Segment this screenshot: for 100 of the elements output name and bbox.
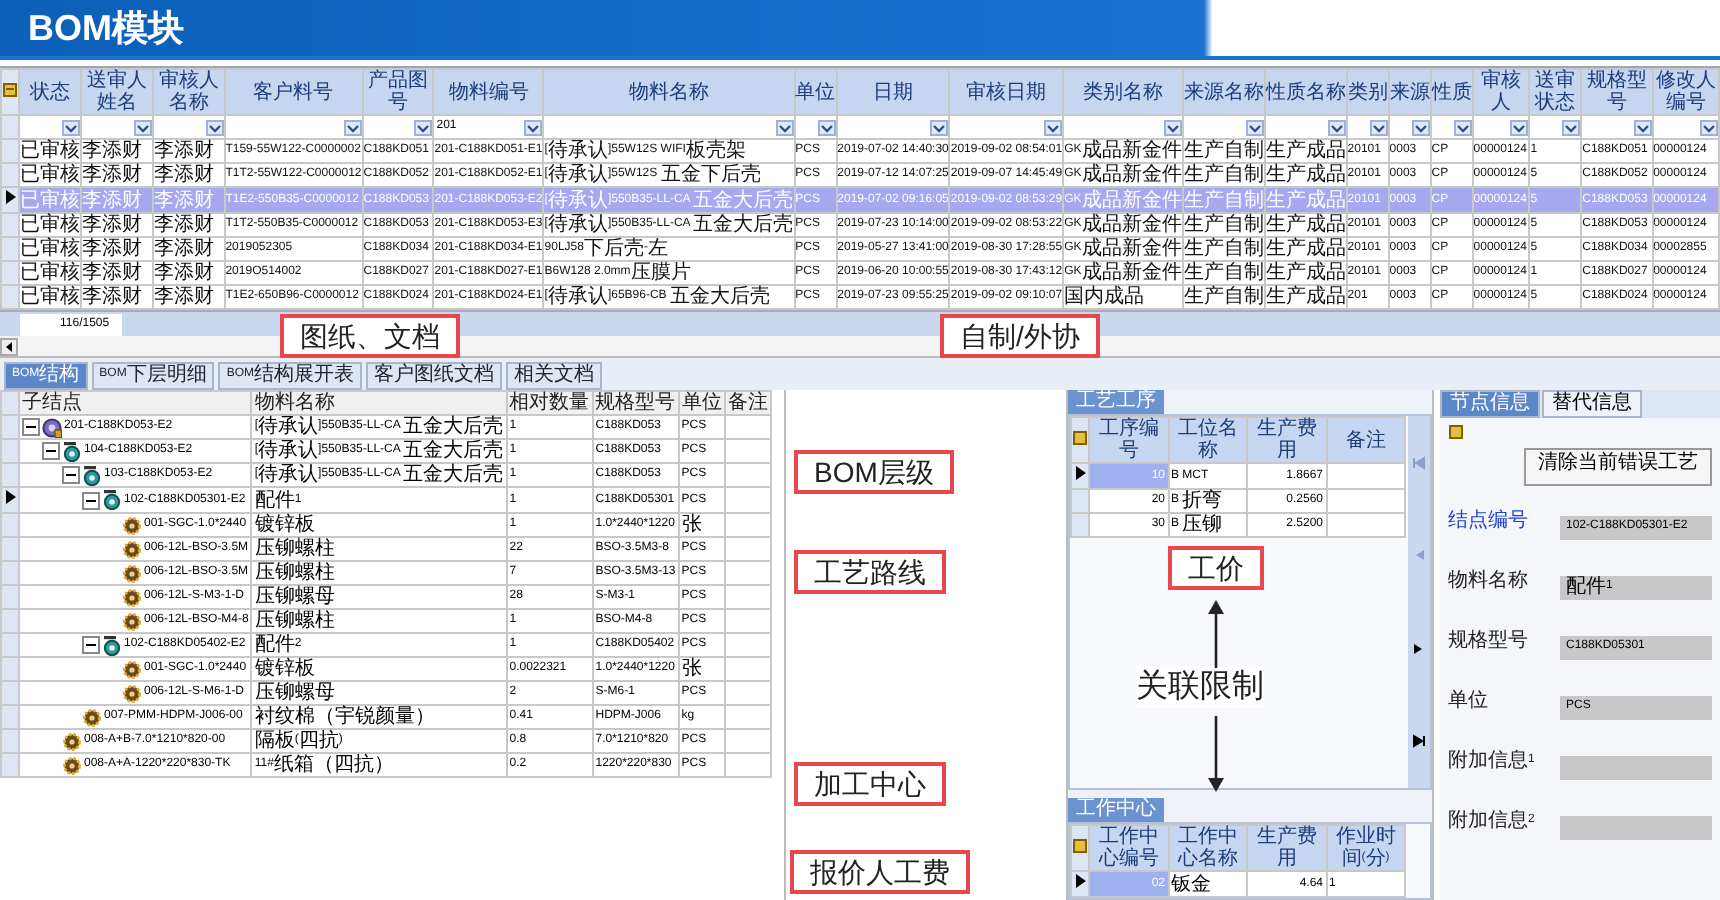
tab[interactable]: 替代信息: [1542, 390, 1642, 418]
table-cell: 李添财: [152, 237, 225, 261]
table-cell: 已审核: [19, 261, 81, 285]
tab[interactable]: 相关文档: [506, 362, 603, 390]
column-header[interactable]: 审核人: [1472, 69, 1530, 115]
dropdown-icon[interactable]: [930, 119, 949, 135]
dropdown-icon[interactable]: [62, 119, 80, 135]
column-header[interactable]: 单位: [678, 391, 725, 415]
column-header[interactable]: 日期: [836, 69, 950, 115]
scroll-left-icon[interactable]: [0, 337, 18, 355]
tree-toggle-icon[interactable]: [42, 442, 60, 460]
tree-toggle-icon[interactable]: [62, 466, 80, 484]
field-label: 结点编号: [1448, 510, 1530, 536]
grid-settings-icon[interactable]: [1072, 429, 1088, 445]
callout-label: 加工中心: [794, 762, 946, 806]
dropdown-icon[interactable]: [1245, 119, 1264, 135]
tree-toggle-icon[interactable]: [22, 418, 40, 436]
column-header[interactable]: 生产费用: [1247, 825, 1326, 871]
dropdown-icon[interactable]: [133, 119, 152, 135]
callout-label: BOM层级: [794, 450, 954, 494]
column-header[interactable]: 规格型号: [1581, 69, 1653, 115]
dropdown-icon[interactable]: [775, 119, 794, 135]
dropdown-icon[interactable]: [205, 119, 224, 135]
assembly-gear-icon: [102, 635, 122, 655]
column-header[interactable]: 工作中心名称: [1168, 825, 1247, 871]
column-header[interactable]: 单位: [794, 69, 837, 115]
column-header[interactable]: 类别名称: [1063, 69, 1183, 115]
column-header[interactable]: 生产费用: [1247, 417, 1326, 463]
assembly-gear-icon: [62, 441, 82, 461]
callout-label: 工价: [1168, 546, 1264, 590]
dropdown-icon[interactable]: [1510, 119, 1529, 135]
table-cell: 李添财: [81, 187, 153, 213]
dropdown-icon[interactable]: [1163, 119, 1182, 135]
arrow: [1204, 598, 1228, 670]
column-header[interactable]: 送审人姓名: [81, 69, 153, 115]
table-cell: 张: [678, 657, 725, 681]
grid-settings-icon[interactable]: [2, 81, 18, 97]
column-header[interactable]: 性质名称: [1264, 69, 1347, 115]
table-cell: 生产成品: [1264, 139, 1347, 163]
column-header[interactable]: 审核人名称: [152, 69, 225, 115]
dropdown-icon[interactable]: [1044, 119, 1063, 135]
column-header[interactable]: 送审状态: [1529, 69, 1582, 115]
dropdown-icon[interactable]: [1327, 119, 1346, 135]
row-pointer-icon: [1073, 464, 1087, 482]
dropdown-icon[interactable]: [1562, 119, 1581, 135]
table-cell: 李添财: [152, 261, 225, 285]
dropdown-icon[interactable]: [1453, 119, 1472, 135]
dropdown-icon[interactable]: [524, 119, 543, 135]
table-cell: 李添财: [152, 139, 225, 163]
column-header[interactable]: 物料名称: [543, 69, 795, 115]
column-header[interactable]: 子结点: [19, 391, 252, 415]
table-cell: 生产自制: [1182, 213, 1265, 237]
column-header[interactable]: 工序编号: [1089, 417, 1168, 463]
tab[interactable]: 客户图纸文档: [366, 362, 503, 390]
column-header[interactable]: 工位名称: [1168, 417, 1247, 463]
field-label: 规格型号: [1448, 630, 1530, 656]
column-header[interactable]: 规格型号: [592, 391, 679, 415]
column-header[interactable]: 物料名称: [251, 391, 507, 415]
value-field[interactable]: [1560, 756, 1712, 780]
dropdown-icon[interactable]: [343, 119, 362, 135]
column-header[interactable]: 类别: [1346, 69, 1389, 115]
table-cell: 生产成品: [1264, 213, 1347, 237]
column-header[interactable]: 工作中心编号: [1089, 825, 1168, 871]
column-header[interactable]: 性质: [1430, 69, 1473, 115]
dropdown-icon[interactable]: [817, 119, 836, 135]
table-cell: 生产成品: [1264, 237, 1347, 261]
column-header[interactable]: 客户料号: [224, 69, 363, 115]
value-field[interactable]: [1560, 816, 1712, 840]
table-cell: 李添财: [81, 139, 153, 163]
column-header[interactable]: 来源名称: [1182, 69, 1265, 115]
column-header[interactable]: 来源: [1388, 69, 1431, 115]
next-record-icon[interactable]: [1412, 641, 1426, 656]
table-cell: 生产自制: [1182, 139, 1265, 163]
callout-label: 工艺路线: [794, 550, 946, 594]
dropdown-icon[interactable]: [1700, 119, 1718, 135]
grid-settings-icon[interactable]: [1072, 837, 1088, 853]
column-header[interactable]: 相对数量: [506, 391, 593, 415]
table-cell: 生产自制: [1182, 237, 1265, 261]
dropdown-icon[interactable]: [1369, 119, 1388, 135]
dropdown-icon[interactable]: [414, 119, 433, 135]
column-header[interactable]: 状态: [19, 69, 81, 115]
callout-label: 图纸、文档: [280, 314, 460, 358]
column-header[interactable]: 审核日期: [949, 69, 1064, 115]
product-gear-icon: [42, 417, 62, 437]
column-header[interactable]: 产品图号: [362, 69, 434, 115]
assembly-gear-icon: [82, 465, 102, 485]
tree-toggle-icon[interactable]: [82, 491, 100, 509]
tab[interactable]: 节点信息: [1440, 390, 1540, 418]
table-cell: 张: [678, 513, 725, 537]
column-header[interactable]: 修改人编号: [1652, 69, 1719, 115]
table-cell: 生产自制: [1182, 261, 1265, 285]
tree-toggle-icon[interactable]: [82, 636, 100, 654]
last-record-icon[interactable]: [1412, 734, 1426, 749]
column-header[interactable]: 物料编号: [433, 69, 544, 115]
column-header[interactable]: 备注: [724, 391, 771, 415]
dropdown-icon[interactable]: [1633, 119, 1652, 135]
clear-button[interactable]: 清除当前错误工艺: [1524, 448, 1712, 486]
table-cell: 钣金: [1168, 871, 1247, 897]
column-header[interactable]: 备注: [1326, 417, 1405, 463]
dropdown-icon[interactable]: [1411, 119, 1430, 135]
